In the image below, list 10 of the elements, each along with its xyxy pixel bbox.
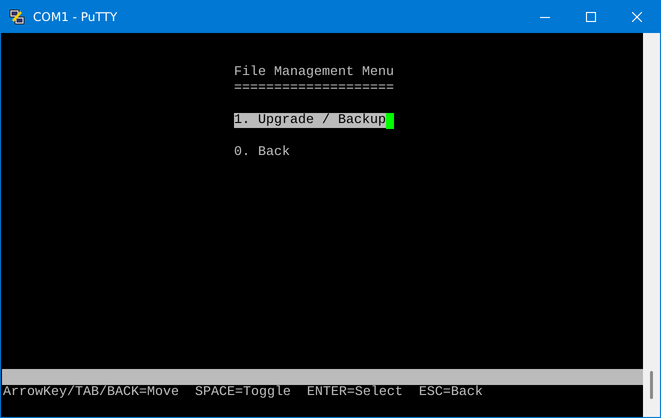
app-icon [9,9,25,25]
key-help: ArrowKey/TAB/BACK=Move SPACE=Toggle ENTER=Select ESC=Back [3,385,483,400]
window-title: COM1 - PuTTY [33,9,118,26]
menu-item[interactable]: 1. Upgrade / Backup [234,113,386,128]
title-underline: ==================== [234,81,394,96]
close-icon [632,12,642,22]
menu-title: File Management Menu [234,65,394,80]
maximize-icon [586,12,596,22]
menu-item[interactable]: 0. Back [234,145,290,160]
scrollbar[interactable] [643,33,660,417]
